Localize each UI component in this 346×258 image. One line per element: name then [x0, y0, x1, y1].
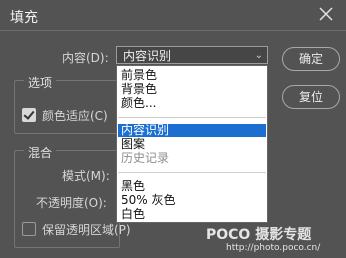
blending-heading: 混合 [24, 144, 57, 161]
ok-button[interactable]: 确定 [282, 47, 340, 71]
opacity-label: 不透明度(O): [36, 196, 107, 210]
menu-item-pattern[interactable]: 图案 [121, 138, 145, 151]
menu-item-50-gray[interactable]: 50% 灰色 [121, 194, 176, 207]
content-dropdown-menu: 前景色 背景色 颜色... 内容识别 图案 历史记录 黑色 50% 灰色 白色 [116, 65, 268, 223]
menu-item-background[interactable]: 背景色 [121, 83, 157, 96]
menu-item-white[interactable]: 白色 [121, 208, 145, 221]
preserve-transparency-label: 保留透明区域(P) [42, 223, 131, 237]
watermark-brand: POCO 摄影专题 [206, 227, 312, 243]
content-select-value: 内容识别 [123, 49, 172, 63]
menu-item-foreground[interactable]: 前景色 [121, 69, 157, 82]
title-divider [0, 30, 346, 31]
reset-button[interactable]: 复位 [282, 85, 340, 109]
menu-separator [118, 117, 266, 118]
color-adapt-label: 颜色适应(C) [42, 109, 108, 123]
preserve-transparency-checkbox[interactable] [22, 222, 36, 236]
menu-item-color[interactable]: 颜色... [121, 97, 156, 110]
content-label: 内容(D): [62, 51, 109, 65]
mode-label: 模式(M): [62, 169, 110, 183]
chevron-down-icon: ⌄ [254, 50, 263, 61]
watermark-url: http://photo.poco.cn/ [226, 243, 321, 253]
menu-item-history: 历史记录 [121, 151, 170, 165]
close-icon[interactable] [318, 6, 334, 22]
content-select[interactable]: 内容识别 ⌄ [116, 46, 268, 64]
menu-item-content-aware[interactable]: 内容识别 [118, 124, 266, 137]
dialog-title: 填充 [10, 10, 38, 26]
menu-separator [118, 172, 266, 173]
color-adapt-checkbox[interactable] [22, 108, 36, 122]
menu-item-black[interactable]: 黑色 [121, 180, 145, 193]
options-heading: 选项 [24, 74, 57, 91]
